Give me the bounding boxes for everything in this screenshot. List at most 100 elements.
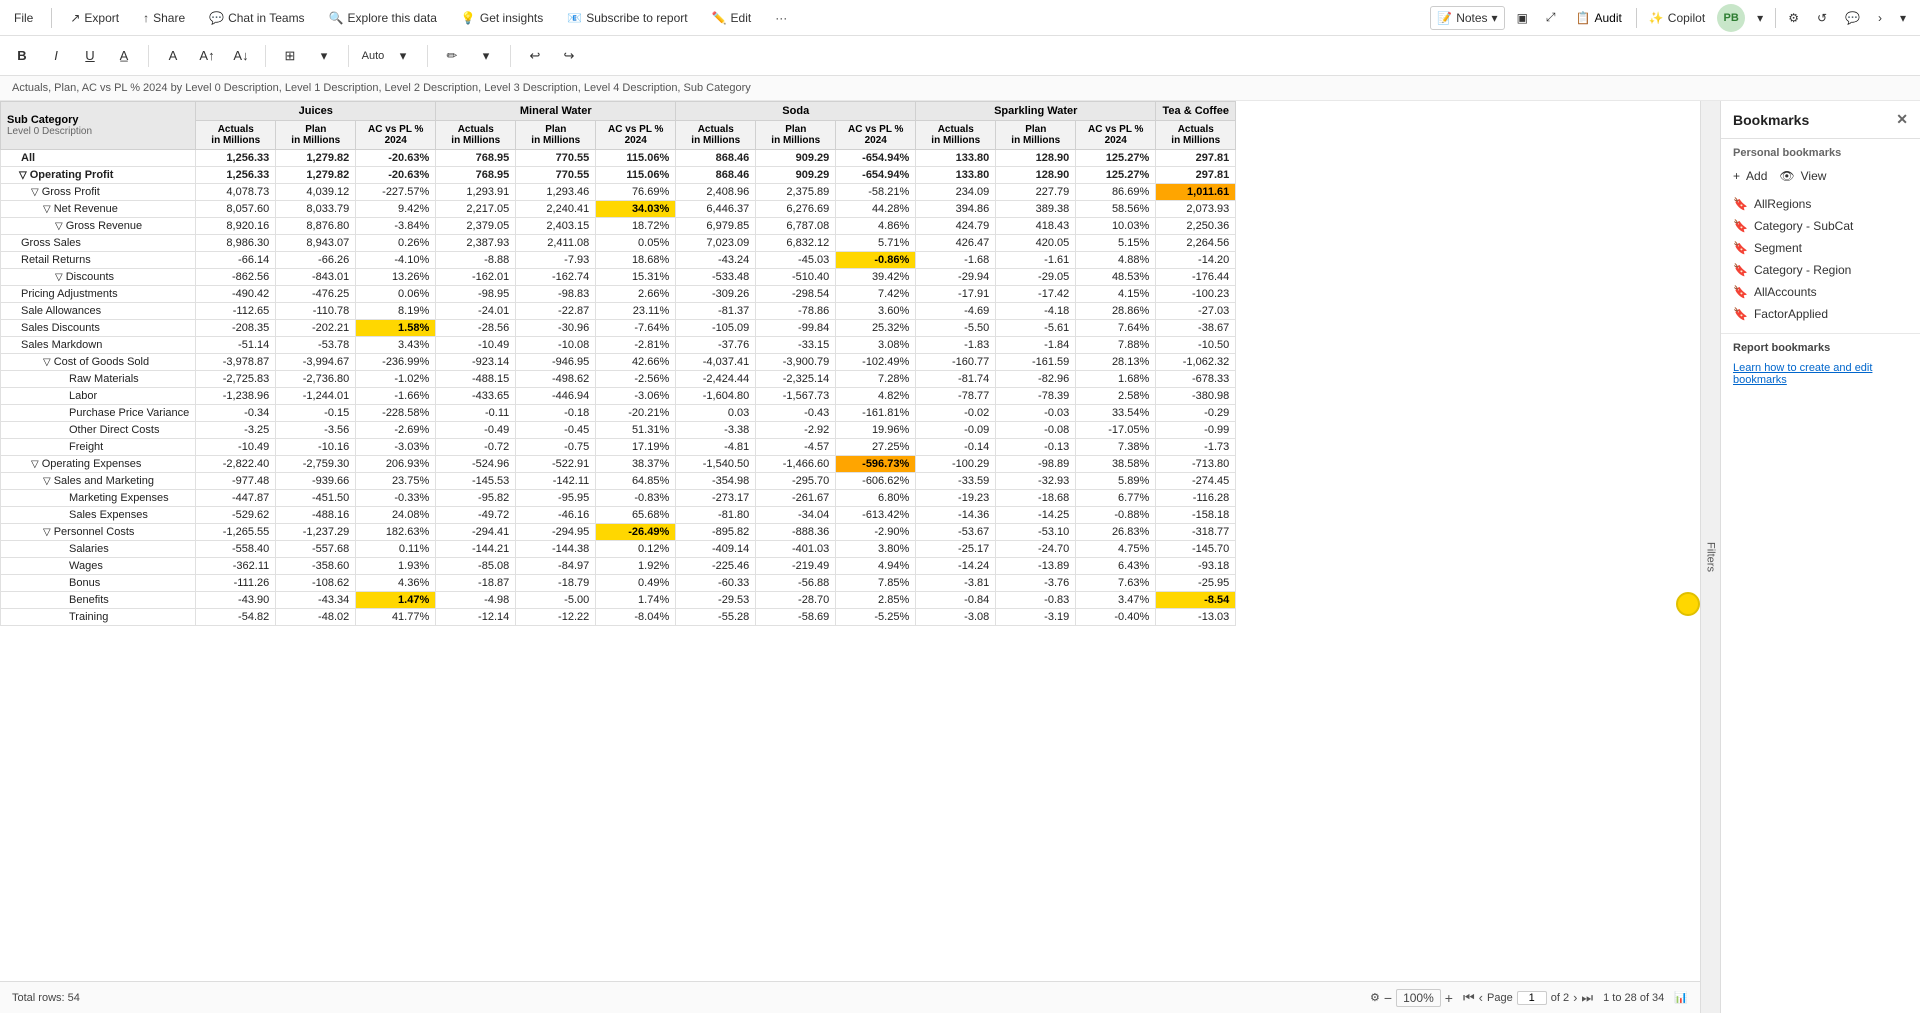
italic-btn[interactable]: I: [42, 42, 70, 70]
sidebar-item-segment[interactable]: 🔖 Segment: [1733, 237, 1908, 259]
expand-icon[interactable]: ▽: [55, 221, 63, 232]
sidebar-item-factorapplied[interactable]: 🔖 FactorApplied: [1733, 303, 1908, 325]
close-sidebar-btn[interactable]: ✕: [1896, 111, 1908, 128]
chevron-down-main[interactable]: ▾: [1894, 7, 1912, 29]
last-page-btn[interactable]: ⏭: [1581, 990, 1593, 1006]
font-size-up-btn[interactable]: A↑: [193, 42, 221, 70]
learn-bookmarks-link[interactable]: Learn how to create and edit bookmarks: [1721, 358, 1920, 390]
bold-btn[interactable]: B: [8, 42, 36, 70]
border-btn[interactable]: ⊞: [276, 42, 304, 70]
sidebar-item-category-region[interactable]: 🔖 Category - Region: [1733, 259, 1908, 281]
avatar[interactable]: PB: [1717, 4, 1745, 32]
data-cell: -8.04%: [596, 609, 676, 626]
underline-btn[interactable]: U: [76, 42, 104, 70]
expand-icon[interactable]: ▽: [19, 170, 27, 181]
add-bookmark-btn[interactable]: + Add: [1733, 165, 1767, 187]
expand-icon[interactable]: ▽: [43, 476, 51, 487]
row-label-text: Personnel Costs: [54, 526, 135, 538]
row-label-cell: Training: [1, 609, 196, 626]
table-row: Freight-10.49-10.16-3.03%-0.72-0.7517.19…: [1, 439, 1236, 456]
data-cell: 4.15%: [1076, 286, 1156, 303]
font-color-btn[interactable]: A: [159, 42, 187, 70]
row-label-text: Sales and Marketing: [54, 475, 154, 487]
data-cell: -14.25: [996, 507, 1076, 524]
icon-btn-1[interactable]: ⚙: [1782, 7, 1805, 29]
zoom-in-btn[interactable]: +: [1445, 990, 1453, 1006]
expand-icon[interactable]: ▽: [43, 357, 51, 368]
expand-icon[interactable]: ▽: [43, 527, 51, 538]
edit-btn[interactable]: ✏️ Edit: [706, 7, 758, 29]
settings-icon[interactable]: ⚙: [1370, 991, 1380, 1004]
filters-tab[interactable]: Filters: [1700, 101, 1720, 1013]
sidebar-item-category-subcat[interactable]: 🔖 Category - SubCat: [1733, 215, 1908, 237]
soda-plan-header: Planin Millions: [756, 121, 836, 150]
sidebar-item-allaccounts[interactable]: 🔖 AllAccounts: [1733, 281, 1908, 303]
layout-btn[interactable]: ▣: [1511, 7, 1534, 29]
data-cell: -2.81%: [596, 337, 676, 354]
chat-teams-btn[interactable]: 💬 Chat in Teams: [203, 7, 310, 29]
data-cell: -2.92: [756, 422, 836, 439]
auto-dropdown[interactable]: ▾: [389, 42, 417, 70]
view-bookmark-btn[interactable]: 👁 View: [1779, 165, 1826, 187]
row-label-text: Freight: [69, 441, 103, 453]
redo-btn[interactable]: ↪: [555, 42, 583, 70]
file-menu[interactable]: File: [8, 7, 39, 29]
data-cell: 2,403.15: [516, 218, 596, 235]
data-cell: -2.56%: [596, 371, 676, 388]
data-cell: -60.33: [676, 575, 756, 592]
expand-icon[interactable]: ▽: [31, 459, 39, 470]
share-btn[interactable]: ↑ Share: [137, 7, 191, 29]
data-cell: -85.08: [436, 558, 516, 575]
undo-btn[interactable]: ↩: [521, 42, 549, 70]
data-cell: -108.62: [276, 575, 356, 592]
export-btn[interactable]: ↗ Export: [64, 7, 125, 29]
audit-btn[interactable]: 📋 Audit: [1568, 8, 1630, 28]
data-cell: 5.89%: [1076, 473, 1156, 490]
icon-btn-2[interactable]: ↺: [1811, 7, 1833, 29]
data-cell: -0.88%: [1076, 507, 1156, 524]
sidebar-item-allregions[interactable]: 🔖 AllRegions: [1733, 193, 1908, 215]
chevron-right-btn[interactable]: ›: [1872, 7, 1888, 29]
data-cell: 33.54%: [1076, 405, 1156, 422]
user-chevron[interactable]: ▾: [1751, 7, 1769, 29]
data-cell: 10.03%: [1076, 218, 1156, 235]
icon-btn-3[interactable]: 💬: [1839, 7, 1866, 29]
more-options-btn[interactable]: ···: [769, 7, 793, 29]
minwater-acvspl-header: AC vs PL %2024: [596, 121, 676, 150]
data-cell: -451.50: [276, 490, 356, 507]
data-cell: -0.15: [276, 405, 356, 422]
notes-btn[interactable]: 📝 Notes ▾: [1430, 6, 1504, 30]
font-size-down-btn[interactable]: A↓: [227, 42, 255, 70]
subscribe-btn[interactable]: 📧 Subscribe to report: [561, 7, 693, 29]
copilot-btn[interactable]: ✨ Copilot: [1643, 7, 1711, 29]
data-cell: -1,265.55: [196, 524, 276, 541]
auto-btn[interactable]: Auto: [359, 42, 387, 70]
page-input[interactable]: [1517, 991, 1547, 1005]
next-page-btn[interactable]: ›: [1573, 990, 1577, 1005]
data-cell: 15.31%: [596, 269, 676, 286]
data-cell: 38.37%: [596, 456, 676, 473]
prev-page-btn[interactable]: ‹: [1479, 990, 1483, 1005]
data-cell: -100.29: [916, 456, 996, 473]
table-row: ▽Net Revenue8,057.608,033.799.42%2,217.0…: [1, 201, 1236, 218]
expand-icon[interactable]: ▽: [43, 204, 51, 215]
expand-icon[interactable]: ▽: [31, 187, 39, 198]
cursor-dot: [1676, 592, 1700, 616]
expand-btn[interactable]: ⤢: [1540, 6, 1562, 29]
first-page-btn[interactable]: ⏮: [1463, 990, 1475, 1006]
get-insights-btn[interactable]: 💡 Get insights: [455, 7, 549, 29]
data-cell: 1.47%: [356, 592, 436, 609]
border-dropdown-btn[interactable]: ▾: [310, 42, 338, 70]
pencil-icon[interactable]: ✏: [438, 42, 466, 70]
explore-data-btn[interactable]: 🔍 Explore this data: [323, 7, 443, 29]
highlight-btn[interactable]: A̲: [110, 42, 138, 70]
table-wrapper[interactable]: Sub Category Level 0 Description Juices …: [0, 101, 1700, 981]
expand-icon[interactable]: ▽: [55, 272, 63, 283]
table-row: Training-54.82-48.0241.77%-12.14-12.22-8…: [1, 609, 1236, 626]
data-cell: 25.32%: [836, 320, 916, 337]
data-cell: 4.75%: [1076, 541, 1156, 558]
zoom-out-btn[interactable]: −: [1384, 990, 1392, 1006]
data-cell: -53.67: [916, 524, 996, 541]
pencil-dropdown[interactable]: ▾: [472, 42, 500, 70]
row-label-text: Sales Expenses: [69, 509, 148, 521]
